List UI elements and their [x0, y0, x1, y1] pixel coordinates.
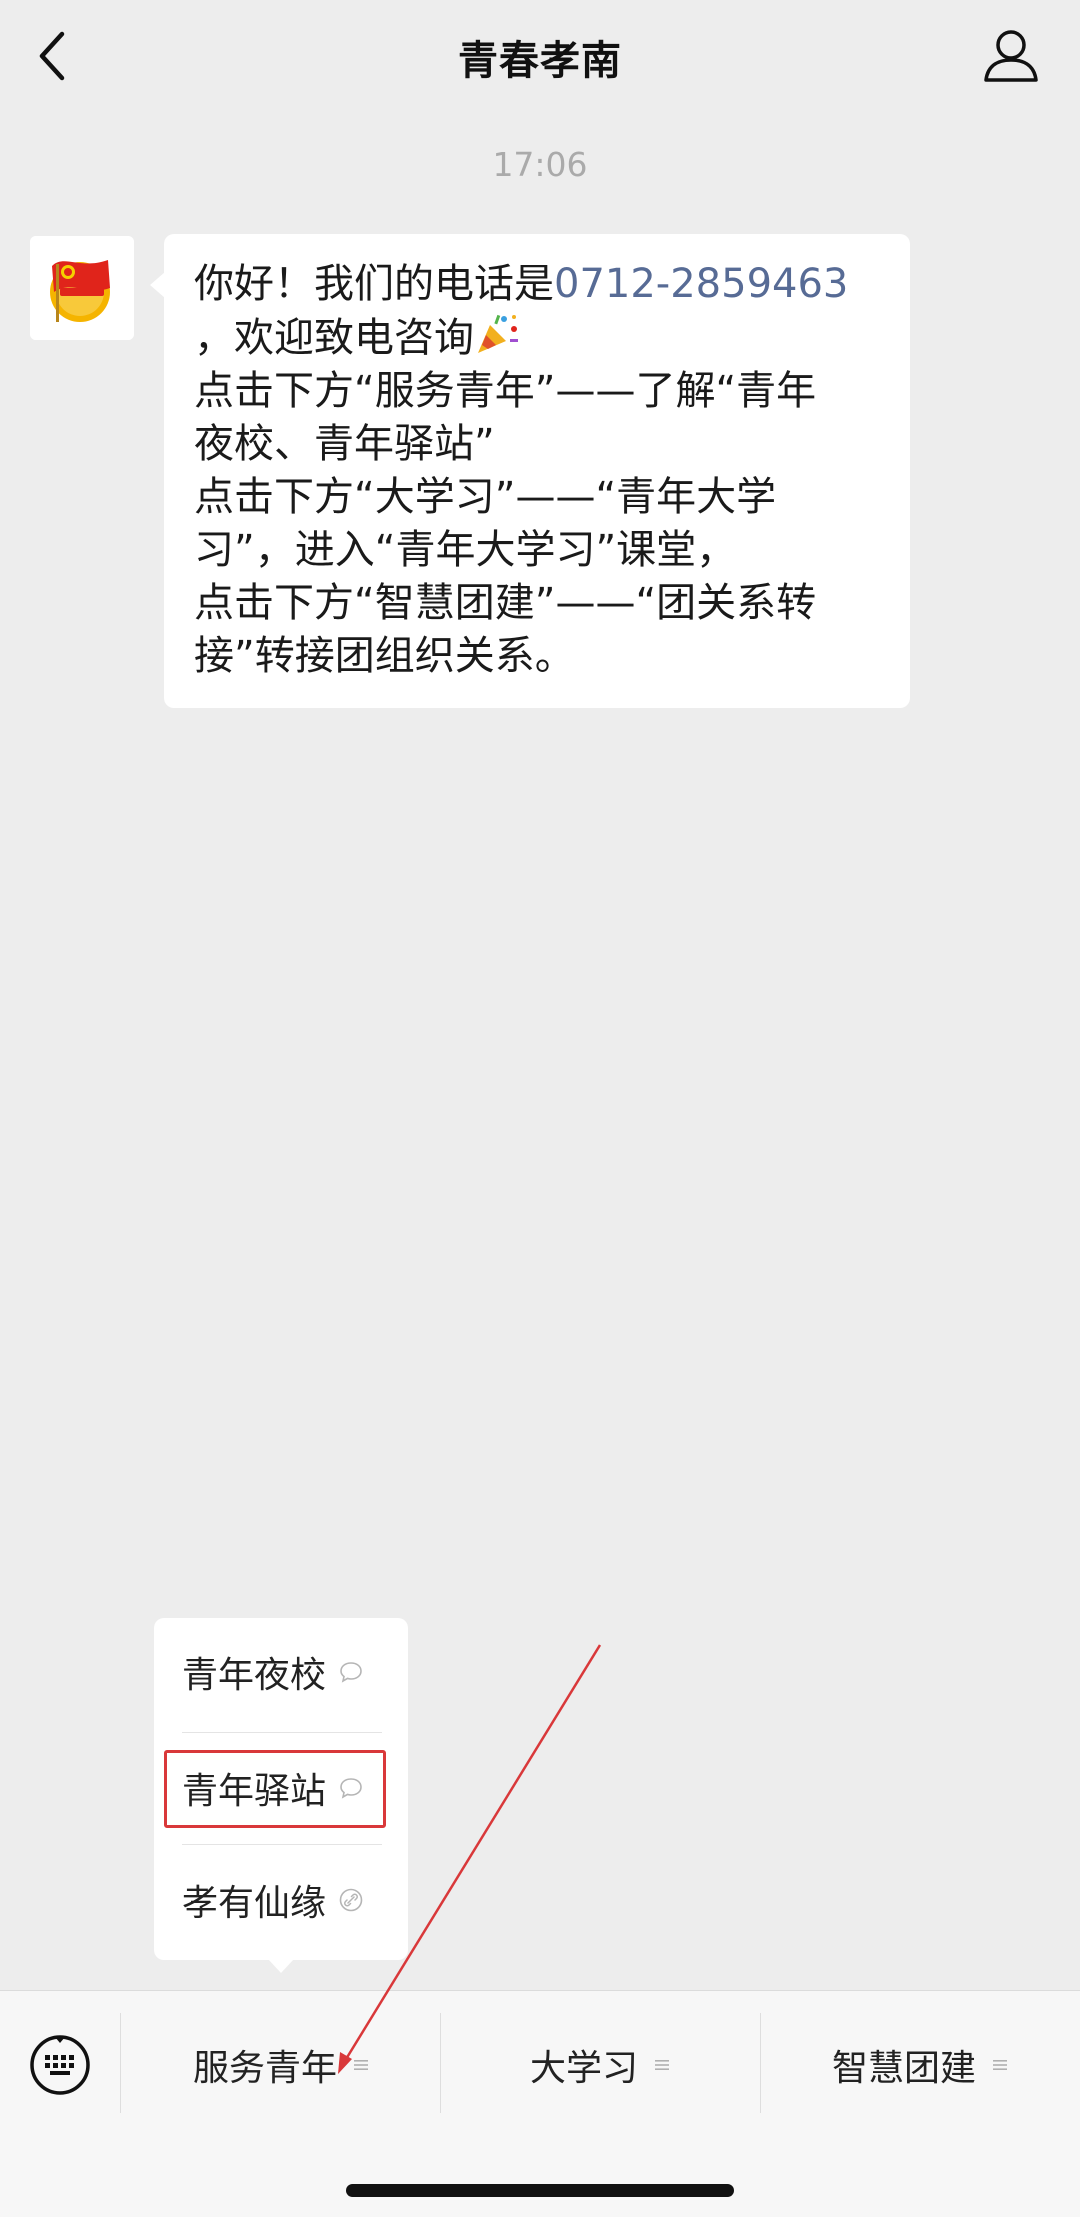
- profile-button[interactable]: [982, 26, 1040, 84]
- keyboard-toggle-button[interactable]: [28, 2033, 92, 2097]
- message-timestamp: 17:06: [492, 145, 588, 184]
- menu-item-label: 大学习: [529, 2048, 638, 2089]
- menu-item-big-study[interactable]: 大学习: [441, 2033, 759, 2097]
- message-line-1: 你好！我们的电话是0712-2859463: [194, 258, 880, 311]
- submenu-item-label: 孝有仙缘: [182, 1883, 327, 1924]
- keyboard-icon: [30, 2035, 90, 2095]
- submenu-item-xiao-you-xian-yuan[interactable]: 孝有仙缘: [182, 1846, 382, 1954]
- menu-item-smart-league[interactable]: 智慧团建: [761, 2033, 1079, 2097]
- chat-screen: 青春孝南 17:06 你好！我们的电话是0712-2859463 ，欢迎致电咨询: [0, 0, 1080, 2217]
- message-line-7: 点击下方“智慧团建”——“团关系转: [194, 580, 817, 626]
- link-icon: [339, 1888, 363, 1912]
- message-line-3: 点击下方“服务青年”——了解“青年: [194, 368, 817, 414]
- message-text: 你好！我们的电话是: [194, 261, 554, 307]
- menu-item-service-youth[interactable]: 服务青年: [122, 2033, 440, 2097]
- bottom-menu-bar: 服务青年 大学习 智慧团建: [0, 1990, 1080, 2217]
- annotation-highlight-box: [164, 1750, 386, 1828]
- party-popper-icon: [474, 311, 520, 357]
- submenu-item-youth-night-school[interactable]: 青年夜校: [182, 1618, 382, 1726]
- youth-league-emblem-icon: [30, 236, 134, 340]
- message-text: ，欢迎致电咨询: [194, 315, 474, 361]
- menu-divider: [120, 2013, 121, 2113]
- message-line-5: 点击下方“大学习”——“青年大学: [194, 474, 777, 520]
- message-line-4: 夜校、青年驿站”: [194, 421, 495, 467]
- message-line-8: 接”转接团组织关系。: [194, 633, 575, 679]
- phone-number-link[interactable]: 0712-2859463: [554, 261, 848, 307]
- menu-item-label: 服务青年: [192, 2048, 337, 2089]
- page-title: 青春孝南: [458, 38, 622, 84]
- message-bubble: 你好！我们的电话是0712-2859463 ，欢迎致电咨询 点击下方“服务青年”…: [150, 234, 910, 708]
- menu-item-label: 智慧团建: [831, 2048, 976, 2089]
- home-indicator[interactable]: [346, 2184, 734, 2197]
- submenu-divider: [182, 1732, 382, 1733]
- menu-lines-icon: [354, 2060, 368, 2070]
- menu-lines-icon: [655, 2060, 669, 2070]
- chat-bubble-icon: [340, 1662, 362, 1683]
- submenu-divider: [182, 1844, 382, 1845]
- message-line-2: ，欢迎致电咨询: [194, 311, 880, 365]
- avatar[interactable]: [30, 236, 134, 340]
- submenu-item-label: 青年夜校: [182, 1655, 327, 1696]
- menu-lines-icon: [993, 2060, 1007, 2070]
- header-bar: 青春孝南: [0, 0, 1080, 115]
- person-icon: [984, 30, 1038, 82]
- message-line-6: 习”，进入“青年大学习”课堂，: [194, 527, 737, 573]
